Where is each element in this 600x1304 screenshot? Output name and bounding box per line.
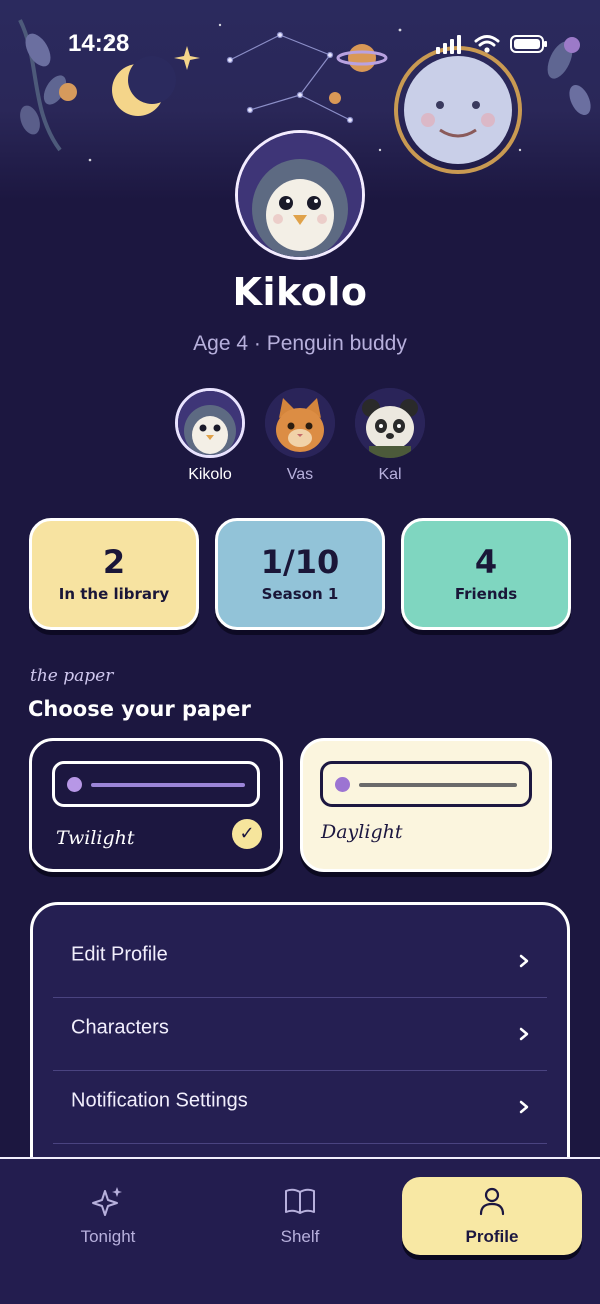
person-icon <box>479 1187 505 1216</box>
battery-icon <box>510 35 547 53</box>
tab-tonight[interactable]: Tonight <box>18 1177 198 1255</box>
buddy-label: Kal <box>378 466 402 483</box>
tab-bar: Tonight Shelf Profile <box>0 1157 600 1304</box>
paper-preview <box>320 761 532 807</box>
profile-subtitle: Age 4 · Penguin buddy <box>193 332 407 355</box>
stat-label: Season 1 <box>261 585 339 603</box>
stat-season[interactable]: 1/10 Season 1 <box>215 518 385 630</box>
stat-label: Friends <box>454 585 518 603</box>
wifi-icon <box>474 35 500 53</box>
tab-profile[interactable]: Profile <box>402 1177 582 1255</box>
stat-value: 2 <box>102 543 126 581</box>
settings-item-notification-settings[interactable]: Notification Settings <box>53 1071 547 1144</box>
buddy-label: Vas <box>286 466 314 483</box>
stat-value: 1/10 <box>260 543 340 581</box>
paper-label: Twilight <box>56 827 135 849</box>
buddy-kal[interactable]: Kal <box>345 388 435 484</box>
stat-value: 4 <box>474 543 498 581</box>
settings-item-edit-profile[interactable]: Edit Profile <box>53 925 547 998</box>
section-title: Choose your paper <box>28 697 251 721</box>
stat-library[interactable]: 2 In the library <box>29 518 199 630</box>
panda-avatar-icon <box>355 388 425 458</box>
preview-dot <box>335 777 350 792</box>
signal-icon <box>436 35 461 54</box>
paper-option-twilight[interactable]: Twilight ✓ <box>29 738 283 872</box>
tab-label: Tonight <box>80 1227 136 1246</box>
penguin-avatar-icon <box>175 388 245 458</box>
chevron-right-icon <box>519 1027 529 1041</box>
stat-label: In the library <box>58 585 170 603</box>
buddy-label: Kikolo <box>188 466 232 483</box>
sparkles-icon <box>92 1187 122 1216</box>
section-kicker: the paper <box>30 666 114 686</box>
status-bar: 14:28 <box>0 0 600 90</box>
profile-avatar[interactable] <box>235 130 365 260</box>
paper-label: Daylight <box>321 821 403 843</box>
cat-avatar-icon <box>265 388 335 458</box>
paper-option-daylight[interactable]: Daylight <box>300 738 552 872</box>
paper-preview <box>52 761 260 807</box>
tab-shelf[interactable]: Shelf <box>210 1177 390 1255</box>
profile-name: Kikolo <box>232 270 368 314</box>
settings-item-label: Characters <box>71 1016 169 1039</box>
preview-line <box>359 783 517 787</box>
status-time: 14:28 <box>68 30 130 57</box>
buddy-kikolo[interactable]: Kikolo <box>165 388 255 484</box>
chevron-right-icon <box>519 1100 529 1114</box>
penguin-avatar-icon <box>238 133 362 257</box>
settings-item-label: Notification Settings <box>71 1089 248 1112</box>
settings-item-label: Edit Profile <box>71 943 168 966</box>
settings-item-characters[interactable]: Characters <box>53 998 547 1071</box>
buddy-vas[interactable]: Vas <box>255 388 345 484</box>
check-icon: ✓ <box>232 819 262 849</box>
preview-line <box>91 783 245 787</box>
tab-label: Shelf <box>280 1227 320 1246</box>
chevron-right-icon <box>519 954 529 968</box>
book-icon <box>285 1188 315 1214</box>
stat-friends[interactable]: 4 Friends <box>401 518 571 630</box>
preview-dot <box>67 777 82 792</box>
tab-label: Profile <box>465 1227 519 1246</box>
